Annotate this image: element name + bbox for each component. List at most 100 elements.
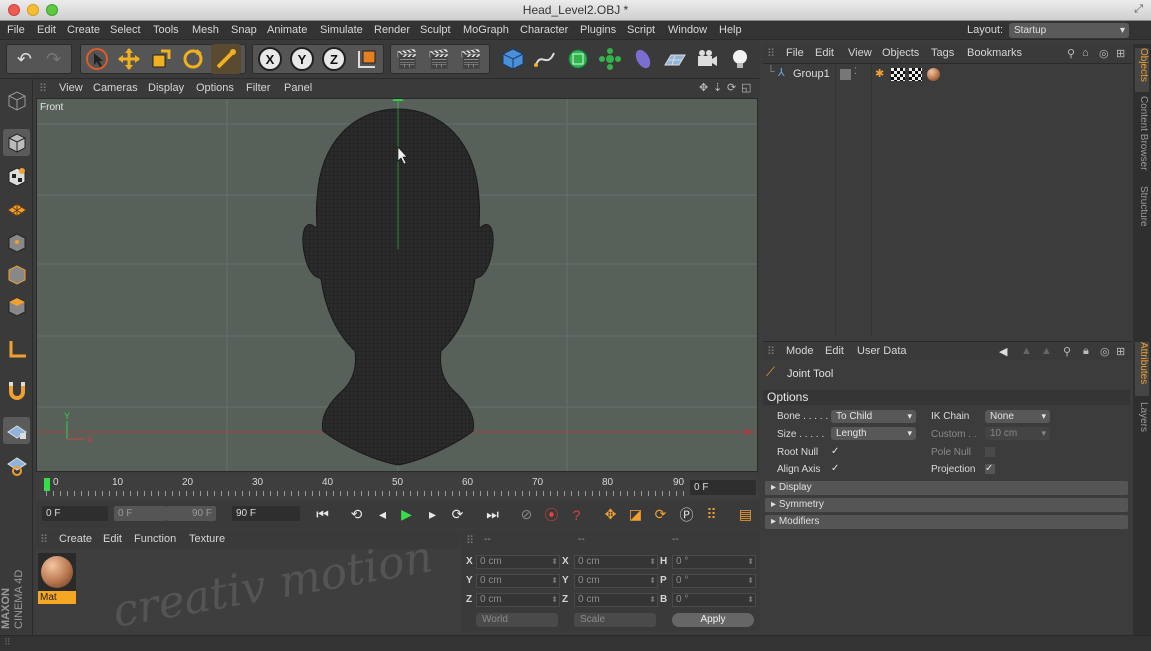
- cube-object-icon[interactable]: [498, 44, 528, 74]
- symmetry-section-header[interactable]: ▸ Symmetry: [765, 498, 1128, 512]
- material-menu-texture[interactable]: Texture: [189, 533, 225, 545]
- object-manager-drag-handle-icon[interactable]: ⠿: [767, 47, 775, 60]
- attr-new-panel-icon[interactable]: ⊞: [1116, 345, 1125, 358]
- om-menu-view[interactable]: View: [848, 47, 872, 59]
- go-to-start-icon[interactable]: ⏮: [312, 504, 333, 525]
- make-editable-icon[interactable]: [3, 87, 30, 114]
- om-menu-tags[interactable]: Tags: [931, 47, 954, 59]
- material-drag-handle-icon[interactable]: ⠿: [40, 533, 48, 546]
- display-section-header[interactable]: ▸ Display: [765, 481, 1128, 495]
- x-axis-lock-button[interactable]: X: [255, 44, 285, 74]
- timeline-ruler[interactable]: 0 10 20 30 40 50 60 70 80 90 0 F: [36, 475, 758, 499]
- key-point-level-icon[interactable]: ⠿: [701, 504, 722, 525]
- menu-snap[interactable]: Snap: [231, 24, 257, 36]
- key-scale-icon[interactable]: ◪: [625, 504, 646, 525]
- menu-help[interactable]: Help: [719, 24, 742, 36]
- uvw-tag-icon[interactable]: [909, 68, 922, 81]
- menu-create[interactable]: Create: [67, 24, 100, 36]
- pole-null-checkbox[interactable]: [985, 447, 995, 457]
- deformer-icon[interactable]: [628, 44, 658, 74]
- pos-x-field[interactable]: 0 cm: [476, 555, 560, 569]
- menu-edit[interactable]: Edit: [37, 24, 56, 36]
- current-frame-field[interactable]: 0 F: [690, 480, 756, 495]
- floor-object-icon[interactable]: [660, 44, 690, 74]
- viewport-menu-cameras[interactable]: Cameras: [93, 82, 138, 94]
- attr-up-icon[interactable]: ▲: [1021, 345, 1032, 357]
- joint-tool-icon[interactable]: [211, 44, 241, 74]
- attr-forward-icon[interactable]: ▲: [1041, 345, 1052, 357]
- snap-magnet-icon[interactable]: [3, 376, 30, 403]
- pos-y-field[interactable]: 0 cm: [476, 574, 560, 588]
- size-y-field[interactable]: 0 cm: [574, 574, 658, 588]
- rot-p-field[interactable]: 0 °: [672, 574, 756, 588]
- om-filter-icon[interactable]: ◎: [1099, 47, 1109, 60]
- menu-plugins[interactable]: Plugins: [580, 24, 616, 36]
- workplane-mode-icon[interactable]: [3, 195, 30, 222]
- om-new-panel-icon[interactable]: ⊞: [1116, 47, 1125, 60]
- projection-checkbox[interactable]: ✓: [985, 464, 995, 474]
- apply-button[interactable]: Apply: [672, 613, 754, 627]
- viewport-menu-view[interactable]: View: [59, 82, 83, 94]
- end-frame-field[interactable]: 90 F: [232, 506, 300, 521]
- coordinate-space-dropdown[interactable]: World: [476, 613, 558, 627]
- custom-size-field[interactable]: 10 cm: [985, 427, 1050, 440]
- viewport-menu-options[interactable]: Options: [196, 82, 234, 94]
- fullscreen-icon[interactable]: ⤢: [1134, 3, 1143, 16]
- menu-mesh[interactable]: Mesh: [192, 24, 219, 36]
- timeline-window-icon[interactable]: ▤: [735, 504, 756, 525]
- viewport-menu-filter[interactable]: Filter: [246, 82, 270, 94]
- om-search-icon[interactable]: ⚲: [1067, 47, 1075, 60]
- range-end-field[interactable]: 90 F: [166, 506, 216, 521]
- rotate-tool-icon[interactable]: [178, 44, 208, 74]
- auto-keying-icon[interactable]: ⦿: [541, 504, 562, 525]
- key-rotation-icon[interactable]: ⟳: [650, 504, 671, 525]
- planar-workplane-icon[interactable]: [3, 451, 30, 478]
- key-position-icon[interactable]: ✥: [600, 504, 621, 525]
- tab-attributes[interactable]: Attributes: [1135, 342, 1149, 396]
- size-dropdown[interactable]: Length: [831, 427, 916, 440]
- rot-h-field[interactable]: 0 °: [672, 555, 756, 569]
- rot-b-field[interactable]: 0 °: [672, 593, 756, 607]
- previous-key-icon[interactable]: ⟲: [346, 504, 367, 525]
- tab-objects[interactable]: Objects: [1135, 48, 1149, 92]
- play-icon[interactable]: ▶: [396, 504, 417, 525]
- y-axis-lock-button[interactable]: Y: [287, 44, 317, 74]
- menu-render[interactable]: Render: [374, 24, 410, 36]
- move-tool-icon[interactable]: [114, 44, 144, 74]
- menu-simulate[interactable]: Simulate: [320, 24, 363, 36]
- viewport-maximize-icon[interactable]: ◱: [741, 81, 751, 94]
- workplane-lock-icon[interactable]: [3, 417, 30, 444]
- go-to-end-icon[interactable]: ⏭: [482, 504, 503, 525]
- start-frame-field[interactable]: 0 F: [42, 506, 108, 521]
- points-mode-icon[interactable]: [3, 229, 30, 256]
- menu-animate[interactable]: Animate: [267, 24, 307, 36]
- edges-mode-icon[interactable]: [3, 261, 30, 288]
- attr-search-icon[interactable]: ⚲: [1063, 345, 1071, 358]
- layer-visibility-icon[interactable]: [840, 69, 851, 80]
- polygons-mode-icon[interactable]: [3, 293, 30, 320]
- material-menu-function[interactable]: Function: [134, 533, 176, 545]
- attributes-drag-handle-icon[interactable]: ⠿: [767, 345, 775, 358]
- ik-chain-dropdown[interactable]: None: [985, 410, 1050, 423]
- material-menu-create[interactable]: Create: [59, 533, 92, 545]
- viewport-pan-icon[interactable]: ✥: [699, 81, 708, 94]
- spline-pen-icon[interactable]: [530, 44, 560, 74]
- object-row-group1[interactable]: └ ⅄ Group1 ⁚ ✱: [763, 66, 1132, 82]
- z-axis-lock-button[interactable]: Z: [319, 44, 349, 74]
- menu-select[interactable]: Select: [110, 24, 141, 36]
- attr-menu-mode[interactable]: Mode: [786, 345, 814, 357]
- object-name[interactable]: Group1: [793, 68, 830, 80]
- menu-character[interactable]: Character: [520, 24, 568, 36]
- om-home-icon[interactable]: ⌂: [1082, 47, 1089, 59]
- attr-menu-edit[interactable]: Edit: [825, 345, 844, 357]
- coordinate-system-icon[interactable]: [352, 44, 382, 74]
- coordinates-drag-handle-icon[interactable]: ⠿: [466, 534, 474, 547]
- subdivision-surface-icon[interactable]: [563, 44, 593, 74]
- attr-filter-icon[interactable]: ◎: [1100, 345, 1110, 358]
- timeline-playhead[interactable]: [44, 478, 50, 491]
- texture-tag-icon[interactable]: [891, 68, 905, 81]
- light-object-icon[interactable]: [725, 44, 755, 74]
- material-name-label[interactable]: Mat: [38, 591, 76, 604]
- size-mode-dropdown[interactable]: Scale: [574, 613, 656, 627]
- viewport-menu-panel[interactable]: Panel: [284, 82, 312, 94]
